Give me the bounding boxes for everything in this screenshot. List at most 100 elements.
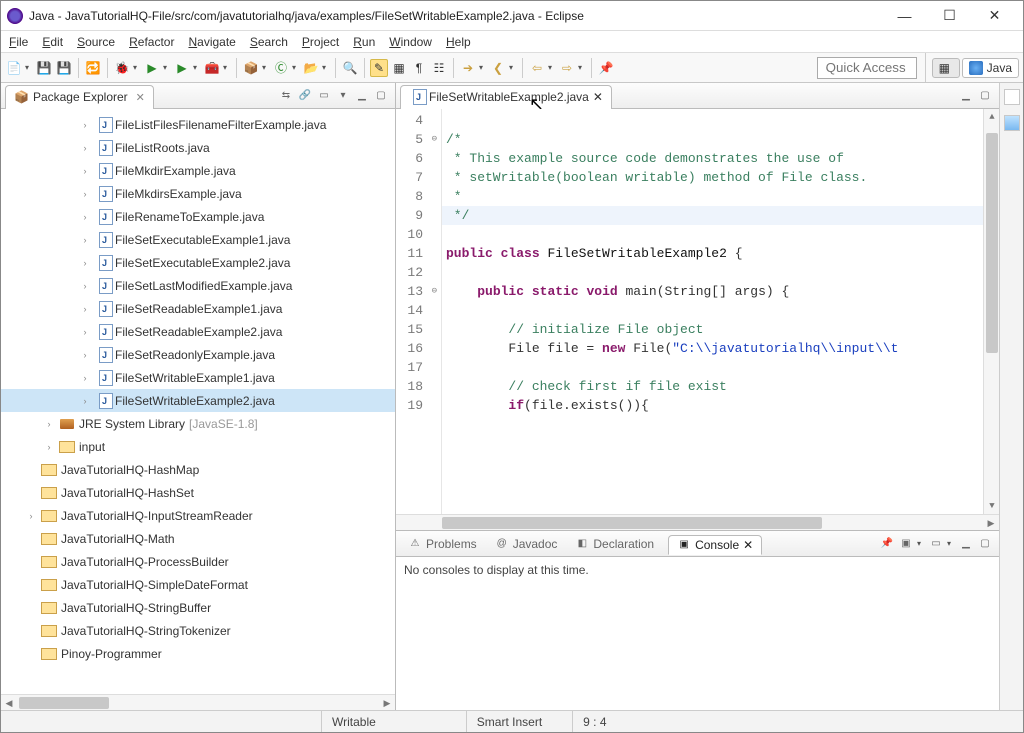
dropdown-icon[interactable]: ▾ (262, 63, 270, 72)
twisty-icon[interactable]: › (25, 511, 37, 521)
close-icon[interactable]: ✕ (593, 90, 603, 104)
quick-access-input[interactable] (817, 57, 917, 79)
dropdown-icon[interactable]: ▾ (25, 63, 33, 72)
scroll-right-icon[interactable]: ▶ (379, 695, 395, 710)
minimize-view-button[interactable]: ▁ (354, 88, 370, 104)
pin-editor-button[interactable]: 📌 (597, 59, 615, 77)
scrollbar-thumb[interactable] (442, 517, 822, 529)
project-item[interactable]: JavaTutorialHQ-StringBuffer (1, 596, 395, 619)
twisty-icon[interactable]: › (79, 373, 91, 383)
dropdown-icon[interactable]: ▾ (917, 539, 925, 548)
project-item[interactable]: JavaTutorialHQ-ProcessBuilder (1, 550, 395, 573)
toggle-block-button[interactable]: ▦ (390, 59, 408, 77)
jre-library-item[interactable]: ›JRE System Library [JavaSE-1.8] (1, 412, 395, 435)
dropdown-icon[interactable]: ▾ (292, 63, 300, 72)
close-button[interactable]: ✕ (972, 2, 1017, 30)
toggle-mark-button[interactable]: ✎ (370, 59, 388, 77)
code-body[interactable]: /* * This example source code demonstrat… (442, 109, 983, 514)
menu-refactor[interactable]: Refactor (129, 35, 174, 49)
minimize-button[interactable]: — (882, 2, 927, 30)
fold-toggle[interactable]: ⊖ (432, 282, 437, 301)
code-line[interactable]: if(file.exists()){ (442, 396, 983, 415)
open-type-button[interactable]: 📂 (302, 59, 320, 77)
java-file-item[interactable]: ›FileSetReadableExample2.java (1, 320, 395, 343)
run-last-button[interactable]: ▶ (173, 59, 191, 77)
twisty-icon[interactable]: › (79, 281, 91, 291)
debug-button[interactable]: 🐞 (113, 59, 131, 77)
dropdown-icon[interactable]: ▾ (163, 63, 171, 72)
java-file-item[interactable]: ›FileMkdirsExample.java (1, 182, 395, 205)
maximize-panel-button[interactable]: ▢ (977, 536, 993, 552)
horizontal-scrollbar[interactable]: ◀ ▶ (1, 694, 395, 710)
run-button[interactable]: ▶ (143, 59, 161, 77)
menu-help[interactable]: Help (446, 35, 471, 49)
folder-item[interactable]: ›input (1, 435, 395, 458)
code-line[interactable]: public class FileSetWritableExample2 { (442, 244, 983, 263)
scroll-right-icon[interactable]: ▶ (983, 515, 999, 531)
package-explorer-tab[interactable]: 📦 Package Explorer ✕ (5, 85, 154, 109)
editor-tab[interactable]: FileSetWritableExample2.java ✕ ↖ (400, 85, 612, 109)
twisty-icon[interactable]: › (79, 120, 91, 130)
open-perspective-button[interactable]: ▦ (932, 58, 960, 78)
open-console-button[interactable]: ▭ (928, 536, 944, 552)
editor-horizontal-scrollbar[interactable]: ◀ ▶ (396, 514, 999, 530)
annotation-button[interactable]: ☷ (430, 59, 448, 77)
task-list-button[interactable] (1004, 89, 1020, 105)
twisty-icon[interactable]: › (43, 442, 55, 452)
menu-search[interactable]: Search (250, 35, 288, 49)
menu-window[interactable]: Window (389, 35, 432, 49)
menu-project[interactable]: Project (302, 35, 339, 49)
menu-file[interactable]: File (9, 35, 28, 49)
fold-toggle[interactable]: ⊖ (432, 130, 437, 149)
save-button[interactable]: 💾 (35, 59, 53, 77)
code-line[interactable]: * setWritable(boolean writable) method o… (442, 168, 983, 187)
tab-declaration[interactable]: ◧Declaration (571, 535, 658, 553)
twisty-icon[interactable]: › (79, 212, 91, 222)
twisty-icon[interactable]: › (79, 327, 91, 337)
focus-button[interactable]: ▭ (316, 88, 332, 104)
java-file-item[interactable]: ›FileMkdirExample.java (1, 159, 395, 182)
tab-problems[interactable]: ⚠Problems (404, 535, 481, 553)
dropdown-icon[interactable]: ▾ (133, 63, 141, 72)
dropdown-icon[interactable]: ▾ (509, 63, 517, 72)
menu-navigate[interactable]: Navigate (188, 35, 235, 49)
search-button[interactable]: 🔍 (341, 59, 359, 77)
scroll-left-icon[interactable]: ◀ (1, 695, 17, 710)
menu-source[interactable]: Source (77, 35, 115, 49)
code-line[interactable]: // check first if file exist (442, 377, 983, 396)
twisty-icon[interactable]: › (79, 235, 91, 245)
dropdown-icon[interactable]: ▾ (947, 539, 955, 548)
dropdown-icon[interactable]: ▾ (548, 63, 556, 72)
twisty-icon[interactable]: › (79, 166, 91, 176)
code-line[interactable]: */ (442, 206, 983, 225)
prev-annotation-button[interactable]: ❮ (489, 59, 507, 77)
java-file-item[interactable]: ›FileListRoots.java (1, 136, 395, 159)
pin-console-button[interactable]: 📌 (879, 536, 895, 552)
code-line[interactable] (442, 225, 983, 244)
view-menu-button[interactable]: ▾ (335, 88, 351, 104)
back-button[interactable]: ⇦ (528, 59, 546, 77)
new-class-button[interactable]: Ⓒ (272, 59, 290, 77)
package-explorer-tree[interactable]: ›FileListFilesFilenameFilterExample.java… (1, 109, 395, 694)
vertical-scrollbar[interactable]: ▲ ▼ (983, 109, 999, 514)
java-file-item[interactable]: ›FileSetWritableExample2.java (1, 389, 395, 412)
scrollbar-thumb[interactable] (986, 133, 998, 353)
twisty-icon[interactable]: › (79, 143, 91, 153)
show-whitespace-button[interactable]: ¶ (410, 59, 428, 77)
close-icon[interactable]: ✕ (743, 538, 753, 552)
java-file-item[interactable]: ›FileSetLastModifiedExample.java (1, 274, 395, 297)
dropdown-icon[interactable]: ▾ (223, 63, 231, 72)
code-line[interactable]: * This example source code demonstrates … (442, 149, 983, 168)
code-line[interactable]: // initialize File object (442, 320, 983, 339)
twisty-icon[interactable]: › (79, 258, 91, 268)
dropdown-icon[interactable]: ▾ (578, 63, 586, 72)
menu-edit[interactable]: Edit (42, 35, 63, 49)
code-editor[interactable]: 45⊖678910111213⊖141516171819 /* * This e… (396, 109, 999, 514)
minimize-panel-button[interactable]: ▁ (958, 536, 974, 552)
scrollbar-thumb[interactable] (19, 697, 109, 709)
project-item[interactable]: JavaTutorialHQ-HashMap (1, 458, 395, 481)
twisty-icon[interactable]: › (79, 304, 91, 314)
project-item[interactable]: JavaTutorialHQ-StringTokenizer (1, 619, 395, 642)
outline-button[interactable] (1004, 115, 1020, 131)
scroll-up-icon[interactable]: ▲ (984, 109, 999, 125)
